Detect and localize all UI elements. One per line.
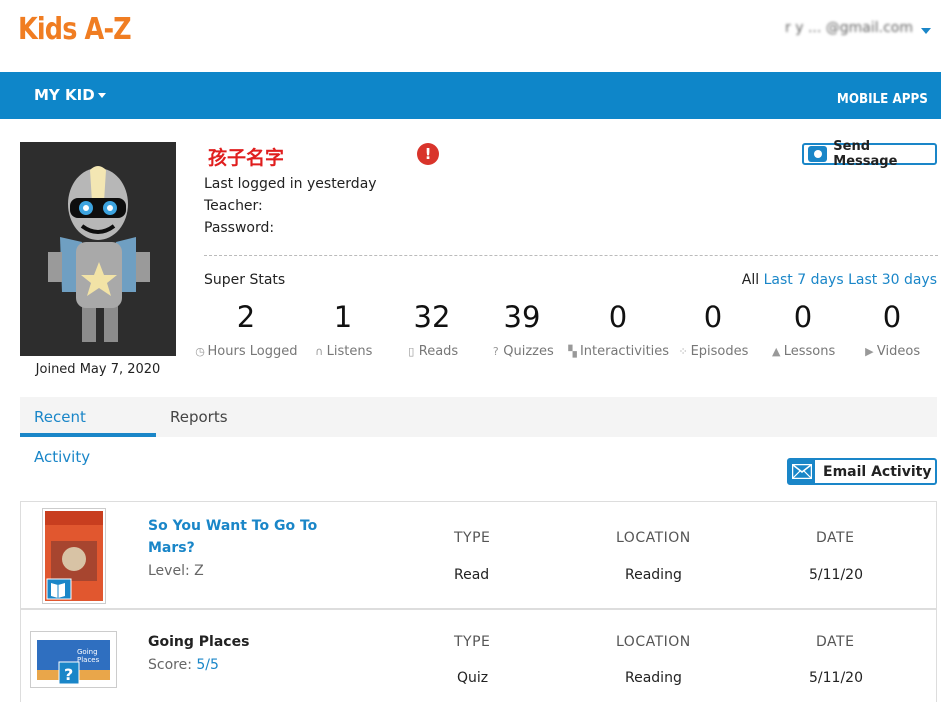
- send-message-button[interactable]: Send Message: [802, 139, 937, 169]
- top-header: Kids A-Z r y ... @gmail.com: [0, 0, 941, 72]
- clock-icon: ◷: [195, 345, 205, 358]
- activity-list: So You Want To Go To Mars? Level: Z TYPE…: [20, 501, 937, 702]
- my-kid-label: MY KID: [34, 86, 95, 104]
- activity-date: 5/11/20: [809, 567, 863, 583]
- date-header: DATE: [816, 634, 855, 650]
- flask-icon: ▲: [772, 345, 781, 358]
- stat-value: 2: [236, 300, 256, 334]
- headphones-icon: ∩: [315, 345, 324, 358]
- location-header: LOCATION: [616, 634, 691, 650]
- account-dropdown-caret-icon[interactable]: [921, 28, 931, 34]
- tab-recent-activity[interactable]: Recent Activity: [20, 397, 156, 466]
- account-email[interactable]: r y ... @gmail.com: [785, 20, 913, 36]
- svg-text:Places: Places: [77, 656, 100, 664]
- super-stats-heading: Super Stats: [204, 272, 286, 288]
- location-header: LOCATION: [616, 530, 691, 546]
- period-last-30-days[interactable]: Last 30 days: [848, 272, 937, 288]
- activity-location: Reading: [625, 567, 682, 583]
- stat-value: 39: [503, 300, 541, 334]
- email-activity-button[interactable]: Email Activity: [787, 458, 937, 485]
- stat-label: Quizzes: [503, 344, 554, 359]
- level-value: Z: [194, 563, 204, 579]
- puzzle-icon: ▚: [568, 345, 577, 358]
- list-item: So You Want To Go To Mars? Level: Z TYPE…: [21, 502, 936, 610]
- envelope-icon: [789, 460, 815, 483]
- stat-value: 0: [882, 300, 902, 334]
- activity-title: Going Places: [148, 634, 250, 650]
- stat-quizzes: 39 ? Quizzes: [467, 300, 577, 359]
- stat-label: Lessons: [783, 344, 836, 359]
- mobile-apps-link[interactable]: MOBILE APPS: [837, 92, 928, 107]
- score-value[interactable]: 5/5: [196, 657, 219, 673]
- activity-type: Quiz: [457, 670, 489, 686]
- stat-videos: 0 ▶ Videos: [837, 300, 941, 359]
- teacher-label: Teacher:: [204, 198, 263, 214]
- joined-date: Joined May 7, 2020: [35, 362, 161, 377]
- stat-label: Listens: [326, 344, 373, 359]
- stat-label: Interactivities: [579, 344, 670, 359]
- date-header: DATE: [816, 530, 855, 546]
- score-label: Score:: [148, 657, 192, 673]
- stat-hours-logged: 2 ◷ Hours Logged: [191, 300, 301, 359]
- activity-type: Read: [454, 567, 490, 583]
- stat-label: Reads: [418, 344, 459, 359]
- activity-level: Level: Z: [148, 563, 204, 579]
- period-all[interactable]: All: [742, 272, 759, 288]
- period-filter: All Last 7 days Last 30 days: [742, 272, 937, 288]
- chat-bubble-icon: [808, 146, 828, 162]
- tab-reports[interactable]: Reports: [156, 397, 242, 437]
- send-message-label: Send Message: [833, 139, 898, 169]
- episode-icon: ⁘: [678, 345, 688, 358]
- question-icon: ?: [492, 345, 499, 358]
- activity-date: 5/11/20: [809, 670, 863, 686]
- main-nav: MY KID MOBILE APPS: [0, 72, 941, 119]
- stat-label: Videos: [876, 344, 921, 359]
- stat-value: 0: [608, 300, 628, 334]
- stat-label: Episodes: [690, 344, 749, 359]
- period-last-7-days[interactable]: Last 7 days: [764, 272, 844, 288]
- kids-az-logo[interactable]: Kids A-Z: [18, 12, 132, 47]
- book-cover-thumbnail[interactable]: [42, 508, 106, 604]
- stat-label: Hours Logged: [207, 344, 298, 359]
- stat-interactivities: 0 ▚ Interactivities: [563, 300, 673, 359]
- my-kid-menu[interactable]: MY KID: [34, 86, 106, 104]
- student-name: 孩子名字: [208, 147, 285, 169]
- divider: [204, 255, 938, 256]
- activity-title-link[interactable]: So You Want To Go To Mars?: [148, 515, 328, 559]
- svg-text:?: ?: [64, 665, 73, 684]
- list-item: Going Places ? Going Places Score: 5/5 T…: [21, 612, 936, 702]
- quiz-thumbnail[interactable]: Going Places ?: [30, 631, 117, 688]
- email-activity-label: Email Activity: [823, 463, 932, 480]
- type-header: TYPE: [454, 634, 491, 650]
- robot-avatar-icon: [20, 142, 176, 356]
- type-header: TYPE: [454, 530, 491, 546]
- activity-tabs: Recent Activity Reports: [20, 397, 937, 466]
- password-label: Password:: [204, 220, 275, 236]
- svg-text:Going: Going: [77, 648, 98, 656]
- student-avatar: [20, 142, 176, 356]
- activity-score: Score: 5/5: [148, 657, 219, 673]
- alert-icon[interactable]: !: [417, 143, 439, 165]
- activity-location: Reading: [625, 670, 682, 686]
- play-icon: ▶: [865, 345, 874, 358]
- last-logged: Last logged in yesterday: [204, 176, 377, 192]
- book-icon: ▯: [408, 345, 415, 358]
- chevron-down-icon: [97, 93, 106, 98]
- level-label: Level:: [148, 563, 190, 579]
